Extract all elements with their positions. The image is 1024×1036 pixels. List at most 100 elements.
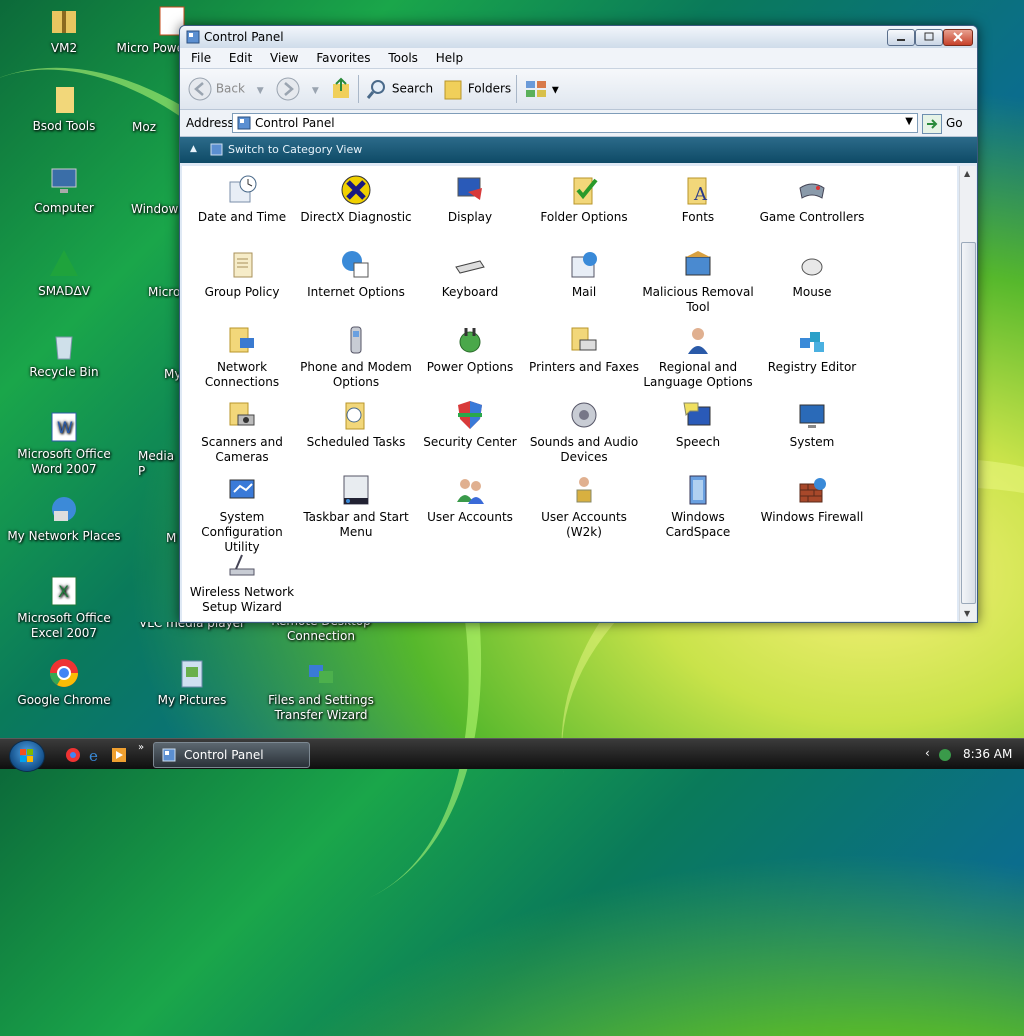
back-dropdown-icon[interactable]: ▼ <box>257 86 264 96</box>
tray-expand-icon[interactable]: ‹ <box>925 746 930 760</box>
power-plug-icon <box>459 328 481 353</box>
svg-text:W: W <box>57 418 73 437</box>
switch-to-category-view-link[interactable]: Switch to Category View <box>228 143 362 156</box>
cp-item-mail[interactable]: Mail <box>527 249 641 300</box>
collapse-arrow-icon[interactable]: ▲ <box>190 144 197 154</box>
desktop-icon-remote-desktop[interactable]: Remote Desktop Connection <box>261 622 381 644</box>
cp-item-system-configuration[interactable]: System Configuration Utility <box>185 474 299 555</box>
desktop-icon-vlc[interactable]: VLC media player <box>132 622 252 640</box>
cp-item-user-accounts[interactable]: User Accounts <box>413 474 527 525</box>
go-label[interactable]: Go <box>946 116 963 130</box>
desktop-icon-transfer-wizard[interactable]: Files and Settings Transfer Wizard <box>261 657 381 723</box>
menu-tools[interactable]: Tools <box>381 48 425 68</box>
desktop-icon-media[interactable]: Media P <box>138 449 180 479</box>
cp-item-power-options[interactable]: Power Options <box>413 324 527 375</box>
desktop-icon-label: Remote Desktop Connection <box>271 622 371 643</box>
cp-item-label: Folder Options <box>540 210 628 224</box>
vertical-scrollbar[interactable]: ▲ ▼ <box>959 166 976 621</box>
close-button[interactable] <box>943 29 973 46</box>
desktop-icon-my-pictures[interactable]: My Pictures <box>132 657 252 708</box>
cp-item-registry-editor[interactable]: Registry Editor <box>755 324 869 375</box>
desktop-icon-powerpoint[interactable]: Micro Powe <box>104 5 185 56</box>
forward-button[interactable]: ▼ <box>276 77 319 101</box>
menu-help[interactable]: Help <box>429 48 470 68</box>
cp-item-speech[interactable]: Speech <box>641 399 755 450</box>
up-folder-icon <box>333 77 349 98</box>
desktop-icon-m[interactable]: M <box>166 531 180 546</box>
quicklaunch-expand-icon[interactable]: » <box>138 742 144 753</box>
cp-item-game-controllers[interactable]: Game Controllers <box>755 174 869 225</box>
network-tray-icon[interactable] <box>938 748 952 762</box>
go-button[interactable] <box>922 114 942 134</box>
cp-item-taskbar-start-menu[interactable]: Taskbar and Start Menu <box>299 474 413 540</box>
desktop-icon-my[interactable]: My <box>164 367 181 382</box>
desktop-icon-network-places[interactable]: My Network Places <box>4 493 124 544</box>
taskbar-button-control-panel[interactable]: Control Panel <box>153 742 310 768</box>
scheduled-tasks-icon <box>345 402 365 430</box>
cp-item-printers-faxes[interactable]: Printers and Faxes <box>527 324 641 375</box>
back-button[interactable]: Back ▼ <box>188 77 264 101</box>
desktop-icon-computer[interactable]: Computer <box>4 165 124 216</box>
address-dropdown-icon[interactable]: ▼ <box>905 116 913 127</box>
cp-item-malicious-removal-tool[interactable]: Malicious Removal Tool <box>641 249 755 315</box>
media-player-icon[interactable] <box>111 747 127 763</box>
cp-item-display[interactable]: Display <box>413 174 527 225</box>
cp-item-group-policy[interactable]: Group Policy <box>185 249 299 300</box>
cp-item-label: Display <box>447 210 493 224</box>
cp-item-internet-options[interactable]: Internet Options <box>299 249 413 300</box>
cp-item-phone-modem[interactable]: Phone and Modem Options <box>299 324 413 390</box>
forward-dropdown-icon[interactable]: ▼ <box>312 86 319 96</box>
cp-item-date-time[interactable]: Date and Time <box>185 174 299 225</box>
menu-view[interactable]: View <box>263 48 305 68</box>
search-button[interactable]: Search <box>366 77 433 101</box>
cp-item-label: Malicious Removal Tool <box>642 285 754 314</box>
menu-edit[interactable]: Edit <box>222 48 259 68</box>
cp-item-windows-firewall[interactable]: Windows Firewall <box>755 474 869 525</box>
cp-item-folder-options[interactable]: Folder Options <box>527 174 641 225</box>
scroll-down-icon[interactable]: ▼ <box>964 609 970 618</box>
scroll-up-icon[interactable]: ▲ <box>964 169 970 178</box>
desktop-icon-windows[interactable]: Windows <box>131 202 185 217</box>
desktop-icon-chrome[interactable]: Google Chrome <box>4 657 124 708</box>
folders-button[interactable]: Folders <box>442 77 511 101</box>
desktop-icon-smadav[interactable]: SMADΔV <box>4 248 124 299</box>
cp-item-user-accounts-w2k[interactable]: User Accounts (W2k) <box>527 474 641 540</box>
scrollbar-thumb[interactable] <box>961 242 976 604</box>
menu-bar: File Edit View Favorites Tools Help <box>180 48 977 69</box>
cp-item-label: Windows Firewall <box>760 510 864 524</box>
views-button[interactable]: ▼ <box>524 77 559 101</box>
start-button[interactable] <box>9 740 45 772</box>
cp-item-directx[interactable]: DirectX Diagnostic <box>299 174 413 225</box>
cp-item-fonts[interactable]: A Fonts <box>641 174 755 225</box>
cp-item-wireless-network-wizard[interactable]: Wireless Network Setup Wizard <box>185 549 299 615</box>
cp-item-regional-language[interactable]: Regional and Language Options <box>641 324 755 390</box>
cp-item-mouse[interactable]: Mouse <box>755 249 869 300</box>
desktop-icon-word[interactable]: W Microsoft Office Word 2007 <box>4 411 124 477</box>
cp-item-sounds-audio[interactable]: Sounds and Audio Devices <box>527 399 641 465</box>
toolbar-separator <box>358 75 359 103</box>
desktop-icon-recycle-bin[interactable]: Recycle Bin <box>4 329 124 380</box>
cp-item-security-center[interactable]: Security Center <box>413 399 527 450</box>
desktop-icon-mozilla[interactable]: Moz <box>132 120 182 135</box>
clock[interactable]: 8:36 AM <box>963 747 1012 761</box>
views-dropdown-icon[interactable]: ▼ <box>552 86 559 96</box>
cp-item-scanners-cameras[interactable]: Scanners and Cameras <box>185 399 299 465</box>
menu-favorites[interactable]: Favorites <box>309 48 377 68</box>
internet-explorer-icon[interactable]: e <box>88 747 104 763</box>
cp-item-windows-cardspace[interactable]: Windows CardSpace <box>641 474 755 540</box>
title-bar[interactable]: Control Panel <box>180 26 977 48</box>
chrome-quicklaunch-icon[interactable] <box>65 747 81 763</box>
minimize-button[interactable] <box>887 29 915 46</box>
cp-item-keyboard[interactable]: Keyboard <box>413 249 527 300</box>
up-folder-button[interactable] <box>330 77 352 101</box>
cp-item-system[interactable]: System <box>755 399 869 450</box>
phone-icon <box>350 326 362 354</box>
desktop-icon-micro[interactable]: Micro <box>148 285 182 300</box>
maximize-button[interactable] <box>915 29 943 46</box>
desktop-icon-bsod-tools[interactable]: Bsod Tools <box>4 83 124 134</box>
cp-item-scheduled-tasks[interactable]: Scheduled Tasks <box>299 399 413 450</box>
cp-item-network-connections[interactable]: Network Connections <box>185 324 299 390</box>
menu-file[interactable]: File <box>184 48 218 68</box>
desktop-icon-excel[interactable]: X Microsoft Office Excel 2007 <box>4 575 124 641</box>
address-input[interactable]: Control Panel ▼ <box>232 113 918 133</box>
